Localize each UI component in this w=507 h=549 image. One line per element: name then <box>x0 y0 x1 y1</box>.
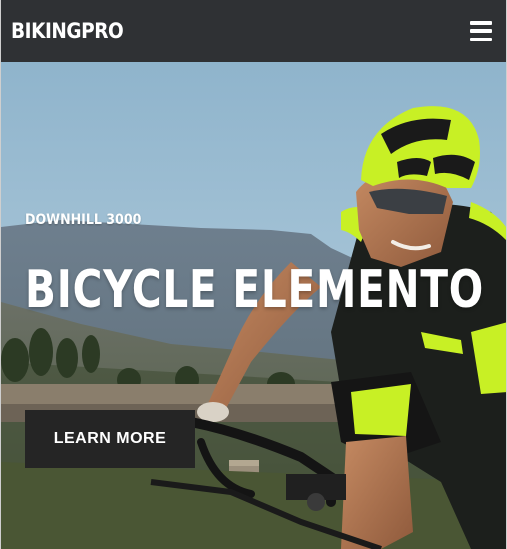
learn-more-button[interactable]: LEARN MORE <box>25 410 195 468</box>
hero-section: DOWNHILL 3000 BICYCLE ELEMENTO LEARN MOR… <box>1 62 506 549</box>
menu-bar <box>470 29 492 33</box>
brand-logo[interactable]: BIKINGPRO <box>11 19 124 43</box>
site-header: BIKINGPRO <box>1 0 506 62</box>
hero-title: BICYCLE ELEMENTO <box>25 260 485 320</box>
menu-bar <box>470 37 492 41</box>
menu-bar <box>470 21 492 25</box>
hero-subtitle: DOWNHILL 3000 <box>25 212 142 228</box>
page: BIKINGPRO DOWNHILL 3000 BICYCLE ELEMENTO… <box>0 0 507 549</box>
hamburger-menu-icon[interactable] <box>470 21 492 41</box>
